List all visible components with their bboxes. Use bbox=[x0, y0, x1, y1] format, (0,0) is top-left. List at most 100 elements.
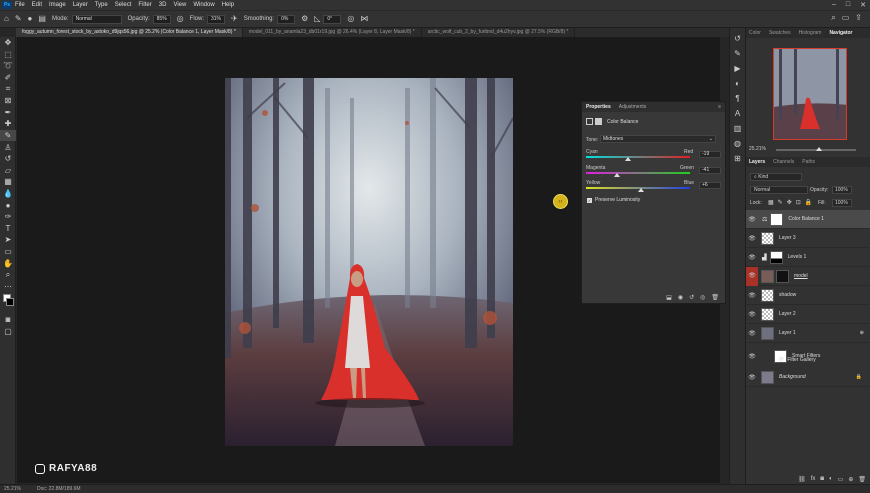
mode-select[interactable]: Normal bbox=[71, 14, 122, 24]
shape-tool-icon[interactable]: ▭ bbox=[0, 246, 16, 258]
blur-tool-icon[interactable]: 💧 bbox=[0, 188, 16, 200]
reset-icon[interactable]: ↺ bbox=[689, 294, 694, 301]
blend-mode-select[interactable]: Normal bbox=[750, 186, 808, 194]
clone-stamp-tool-icon[interactable]: ♙ bbox=[0, 141, 16, 153]
maximize-icon[interactable]: □ bbox=[846, 1, 850, 9]
preserve-luminosity-checkbox[interactable]: ✓ bbox=[587, 197, 592, 203]
document-canvas-image[interactable] bbox=[225, 78, 513, 446]
layer-row-model[interactable]: 👁 model bbox=[746, 266, 870, 286]
character-icon[interactable]: A bbox=[735, 109, 740, 118]
visibility-eye-icon[interactable]: ◎ bbox=[700, 294, 705, 301]
hand-tool-icon[interactable]: ✋ bbox=[0, 257, 16, 269]
gradient-tool-icon[interactable]: ▦ bbox=[0, 176, 16, 188]
workspace-icon[interactable]: ▭ bbox=[842, 14, 850, 22]
delete-icon[interactable]: 🗑 bbox=[711, 294, 719, 301]
color-swatches[interactable] bbox=[0, 292, 15, 314]
layer-thumbnail[interactable] bbox=[761, 307, 774, 321]
layer-thumbnail[interactable] bbox=[761, 288, 774, 302]
path-select-tool-icon[interactable]: ➤ bbox=[0, 234, 16, 246]
smoothing-input[interactable]: 0% bbox=[277, 14, 296, 24]
clip-to-layer-icon[interactable]: ⬓ bbox=[666, 294, 672, 301]
tab-foggy-forest[interactable]: foggy_autumn_forest_stock_by_astoko_d9jq… bbox=[16, 28, 243, 37]
brush-settings-panel-icon[interactable]: ✎ bbox=[734, 49, 741, 58]
screen-mode-icon[interactable]: ▢ bbox=[0, 326, 16, 338]
symmetry-icon[interactable]: ⋈ bbox=[360, 15, 368, 23]
menu-help[interactable]: Help bbox=[222, 2, 234, 8]
menu-file[interactable]: File bbox=[15, 2, 25, 8]
layer-thumbnail[interactable] bbox=[761, 326, 774, 340]
visibility-eye-icon[interactable]: 👁 bbox=[746, 353, 758, 360]
view-previous-icon[interactable]: ◉ bbox=[678, 294, 683, 301]
quick-select-tool-icon[interactable]: ✐ bbox=[0, 72, 16, 84]
search-icon[interactable]: ⌕ bbox=[831, 14, 835, 22]
paragraph-icon[interactable]: ¶ bbox=[735, 94, 739, 103]
cyan-red-input[interactable]: -19 bbox=[699, 151, 721, 158]
layer-row-layer-2[interactable]: 👁 Layer 2 bbox=[746, 305, 870, 324]
layer-mask-thumbnail[interactable] bbox=[769, 250, 783, 264]
new-layer-icon[interactable]: ⊕ bbox=[848, 476, 853, 483]
lock-all-icon[interactable]: 🔒 bbox=[805, 199, 812, 206]
pressure-opacity-icon[interactable]: ◎ bbox=[177, 15, 184, 23]
menu-window[interactable]: Window bbox=[193, 2, 214, 8]
history-brush-tool-icon[interactable]: ↺ bbox=[0, 153, 16, 165]
tab-properties[interactable]: Properties bbox=[586, 104, 611, 110]
visibility-eye-icon[interactable]: 👁 bbox=[778, 357, 784, 363]
layer-name[interactable]: Background bbox=[779, 374, 806, 380]
yellow-blue-input[interactable]: +6 bbox=[699, 182, 721, 189]
layer-name[interactable]: Layer 1 bbox=[779, 330, 796, 336]
link-layers-icon[interactable]: ⛓ bbox=[798, 476, 806, 483]
fill-input[interactable]: 100% bbox=[832, 199, 852, 207]
layer-name[interactable]: Levels 1 bbox=[788, 254, 807, 260]
layer-name[interactable]: Layer 3 bbox=[779, 235, 796, 241]
quick-mask-icon[interactable]: ◙ bbox=[0, 314, 16, 326]
layer-name[interactable]: Layer 2 bbox=[779, 311, 796, 317]
delete-layer-icon[interactable]: 🗑 bbox=[858, 476, 866, 483]
add-mask-icon[interactable]: ◙ bbox=[820, 476, 824, 482]
visibility-eye-icon[interactable]: 👁 bbox=[746, 216, 758, 223]
visibility-eye-icon[interactable]: 👁 bbox=[746, 235, 758, 242]
zoom-tool-icon[interactable]: ⌕ bbox=[0, 269, 16, 281]
yellow-blue-slider-thumb[interactable] bbox=[638, 188, 645, 192]
menu-layer[interactable]: Layer bbox=[73, 2, 88, 8]
visibility-eye-icon[interactable]: 👁 bbox=[746, 374, 758, 381]
lock-artboard-icon[interactable]: ⊡ bbox=[796, 199, 801, 206]
properties-panel-icon[interactable]: ⊞ bbox=[734, 154, 741, 163]
close-icon[interactable]: ✕ bbox=[860, 1, 866, 9]
layer-row-levels[interactable]: 👁 ▟ Levels 1 bbox=[746, 248, 870, 267]
tab-histogram[interactable]: Histogram bbox=[799, 30, 822, 36]
brush-tool-icon[interactable]: ✎ bbox=[15, 15, 22, 23]
layer-row-color-balance[interactable]: 👁 ⚖ Color Balance 1 bbox=[746, 210, 870, 229]
opacity-input[interactable]: 85% bbox=[152, 14, 171, 24]
layer-row-smart-filters[interactable]: 👁 Smart Filters bbox=[746, 343, 870, 369]
brush-settings-icon[interactable]: ▤ bbox=[38, 15, 46, 23]
adjustments-icon[interactable]: ◐ bbox=[735, 79, 740, 88]
type-tool-icon[interactable]: T bbox=[0, 223, 16, 235]
visibility-eye-icon[interactable]: 👁 bbox=[746, 311, 758, 318]
angle-input[interactable]: 0° bbox=[323, 14, 342, 24]
cyan-red-slider[interactable] bbox=[586, 156, 690, 158]
visibility-eye-icon[interactable]: 👁 bbox=[746, 266, 758, 286]
tab-navigator[interactable]: Navigator bbox=[829, 30, 852, 36]
panel-menu-icon[interactable]: ≡ bbox=[718, 104, 721, 110]
frame-tool-icon[interactable]: ⊠ bbox=[0, 95, 16, 107]
tab-wolf[interactable]: arctic_wolf_cub_2_by_furibnd_d4u2hyv.jpg… bbox=[422, 28, 576, 37]
tab-channels[interactable]: Channels bbox=[773, 159, 794, 165]
layer-thumbnail[interactable] bbox=[761, 370, 774, 384]
menu-select[interactable]: Select bbox=[115, 2, 132, 8]
menu-view[interactable]: View bbox=[173, 2, 186, 8]
navigator-zoom-thumb[interactable] bbox=[816, 147, 822, 151]
eyedropper-tool-icon[interactable]: ✒ bbox=[0, 107, 16, 119]
navigator-zoom-slider[interactable] bbox=[776, 147, 856, 151]
layer-mask-thumbnail[interactable] bbox=[776, 269, 789, 283]
navigator-zoom[interactable]: 25.21% bbox=[749, 146, 766, 152]
visibility-eye-icon[interactable]: 👁 bbox=[746, 254, 758, 261]
navigator-preview[interactable] bbox=[773, 48, 847, 140]
filter-name[interactable]: Filter Gallery bbox=[787, 357, 815, 363]
layer-opacity-input[interactable]: 100% bbox=[832, 186, 852, 194]
lock-image-icon[interactable]: ✎ bbox=[778, 199, 783, 206]
tab-adjustments[interactable]: Adjustments bbox=[619, 104, 647, 110]
flow-input[interactable]: 31% bbox=[207, 14, 226, 24]
new-group-icon[interactable]: ▭ bbox=[838, 476, 844, 483]
magenta-green-input[interactable]: -41 bbox=[699, 167, 721, 174]
status-zoom[interactable]: 25.21% bbox=[4, 486, 21, 492]
